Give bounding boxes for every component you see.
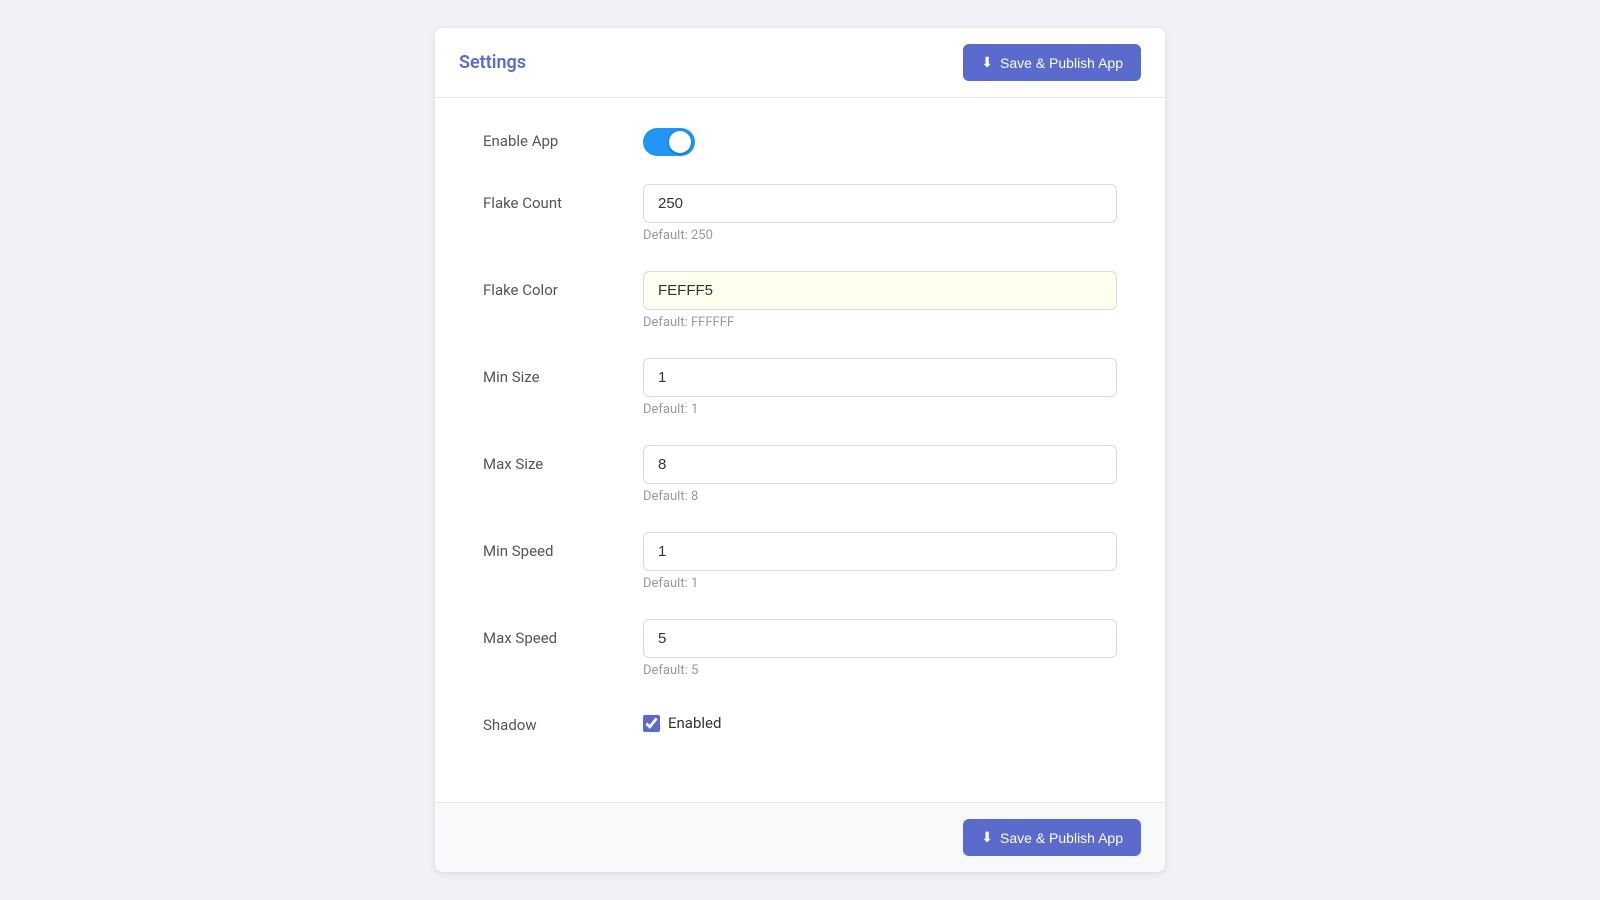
- flake-count-hint: Default: 250: [643, 228, 1117, 243]
- page-title: Settings: [459, 52, 526, 73]
- max-speed-row: Max Speed Default: 5: [483, 619, 1117, 678]
- enable-app-control: [643, 122, 1117, 156]
- flake-count-input[interactable]: [643, 184, 1117, 223]
- max-size-row: Max Size Default: 8: [483, 445, 1117, 504]
- flake-count-control: Default: 250: [643, 184, 1117, 243]
- min-size-label: Min Size: [483, 358, 643, 386]
- max-size-input[interactable]: [643, 445, 1117, 484]
- settings-panel: Settings ⬇ Save & Publish App Enable App…: [435, 28, 1165, 872]
- shadow-row: Shadow Enabled: [483, 706, 1117, 734]
- min-size-row: Min Size Default: 1: [483, 358, 1117, 417]
- flake-count-label: Flake Count: [483, 184, 643, 212]
- download-icon-bottom: ⬇: [981, 829, 993, 846]
- flake-color-row: Flake Color Default: FFFFFF: [483, 271, 1117, 330]
- enable-app-toggle[interactable]: [643, 128, 695, 156]
- min-speed-input[interactable]: [643, 532, 1117, 571]
- enable-app-row: Enable App: [483, 122, 1117, 156]
- min-speed-control: Default: 1: [643, 532, 1117, 591]
- settings-header: Settings ⬇ Save & Publish App: [435, 28, 1165, 98]
- download-icon: ⬇: [981, 54, 993, 71]
- shadow-control: Enabled: [643, 706, 1117, 732]
- flake-count-row: Flake Count Default: 250: [483, 184, 1117, 243]
- flake-color-control: Default: FFFFFF: [643, 271, 1117, 330]
- enable-app-label: Enable App: [483, 122, 643, 150]
- save-publish-button-top[interactable]: ⬇ Save & Publish App: [963, 44, 1141, 81]
- shadow-label: Shadow: [483, 706, 643, 734]
- min-speed-hint: Default: 1: [643, 576, 1117, 591]
- toggle-slider: [643, 128, 695, 156]
- toggle-wrapper: [643, 122, 1117, 156]
- flake-color-input[interactable]: [643, 271, 1117, 310]
- flake-color-label: Flake Color: [483, 271, 643, 299]
- max-speed-hint: Default: 5: [643, 663, 1117, 678]
- settings-footer: ⬇ Save & Publish App: [435, 802, 1165, 872]
- max-size-label: Max Size: [483, 445, 643, 473]
- max-size-hint: Default: 8: [643, 489, 1117, 504]
- shadow-checkbox[interactable]: [643, 715, 660, 732]
- settings-content: Enable App Flake Count Default: 250 Flak…: [435, 98, 1165, 802]
- min-speed-row: Min Speed Default: 1: [483, 532, 1117, 591]
- max-size-control: Default: 8: [643, 445, 1117, 504]
- max-speed-input[interactable]: [643, 619, 1117, 658]
- max-speed-control: Default: 5: [643, 619, 1117, 678]
- min-size-input[interactable]: [643, 358, 1117, 397]
- shadow-checkbox-wrapper[interactable]: Enabled: [643, 706, 1117, 732]
- min-size-control: Default: 1: [643, 358, 1117, 417]
- min-size-hint: Default: 1: [643, 402, 1117, 417]
- save-publish-button-bottom[interactable]: ⬇ Save & Publish App: [963, 819, 1141, 856]
- shadow-checkbox-label: Enabled: [668, 714, 721, 732]
- max-speed-label: Max Speed: [483, 619, 643, 647]
- min-speed-label: Min Speed: [483, 532, 643, 560]
- flake-color-hint: Default: FFFFFF: [643, 315, 1117, 330]
